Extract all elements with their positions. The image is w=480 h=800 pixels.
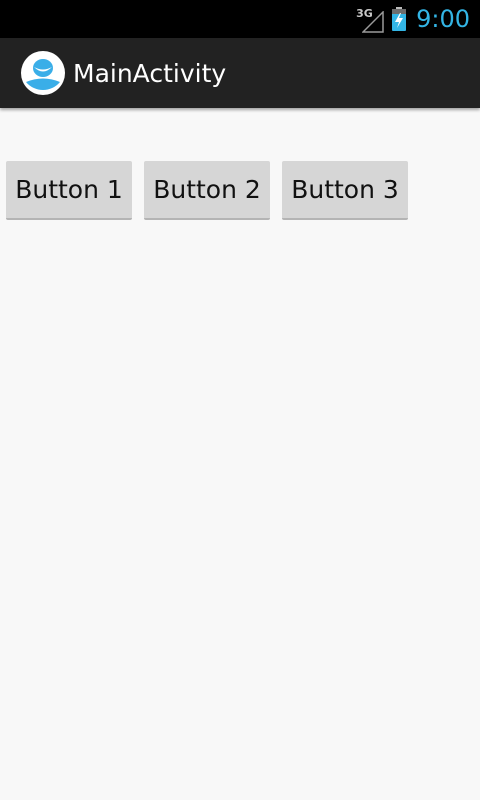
button-1[interactable]: Button 1 <box>6 161 132 220</box>
app-title: MainActivity <box>73 58 227 88</box>
button-row: Button 1 Button 2 Button 3 <box>6 161 420 220</box>
action-bar: MainActivity <box>0 38 480 108</box>
battery-indicator <box>392 7 407 31</box>
clock: 9:00 <box>416 5 470 33</box>
status-icons: 3G 9:00 <box>356 0 470 38</box>
battery-charging-icon <box>392 7 407 31</box>
status-bar: 3G 9:00 <box>0 0 480 38</box>
button-3[interactable]: Button 3 <box>282 161 408 220</box>
signal-indicator: 3G <box>356 4 384 34</box>
app-launcher-face-icon[interactable] <box>21 51 65 95</box>
cell-signal-icon <box>362 11 384 33</box>
button-2[interactable]: Button 2 <box>144 161 270 220</box>
